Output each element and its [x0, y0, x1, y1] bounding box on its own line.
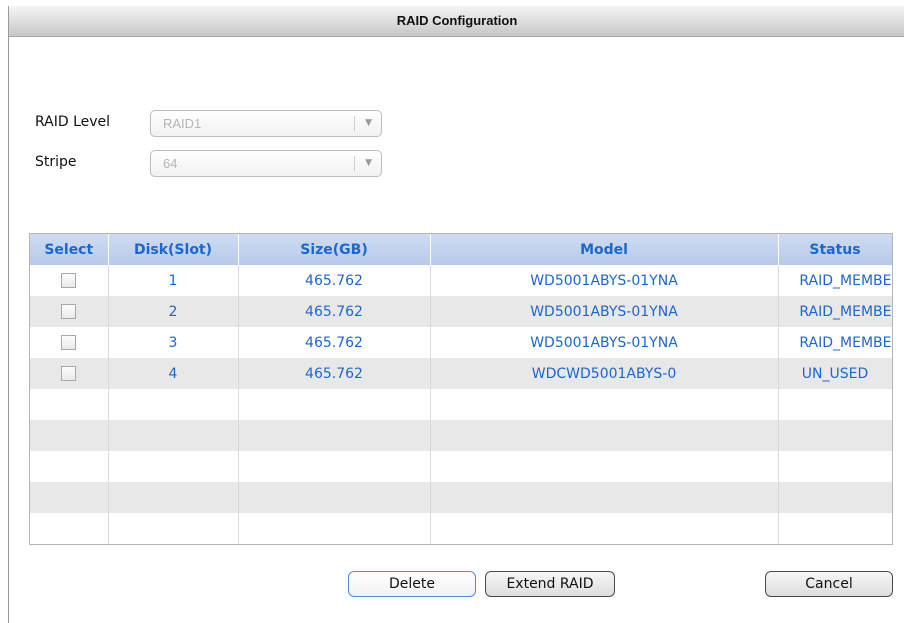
status-cell: RAID_MEMBE	[778, 296, 892, 327]
empty-row	[30, 389, 892, 420]
row-checkbox[interactable]	[61, 335, 77, 350]
size-cell: 465.762	[238, 327, 431, 358]
raid-level-value: RAID1	[163, 116, 202, 131]
model-cell: WD5001ABYS-01YNA	[430, 265, 779, 296]
size-cell: 465.762	[238, 265, 431, 296]
table-header-row: Select Disk(Slot) Size(GB) Model Status	[30, 234, 892, 265]
empty-row	[30, 482, 892, 513]
status-cell: RAID_MEMBE	[778, 327, 892, 358]
disk-slot-cell: 4	[108, 358, 239, 389]
select-cell	[30, 358, 109, 389]
stripe-label: Stripe	[35, 154, 77, 170]
raid-level-select[interactable]: RAID1 ▼	[150, 110, 382, 137]
disk-slot-cell: 1	[108, 265, 239, 296]
delete-button[interactable]: Delete	[348, 571, 476, 597]
select-cell	[30, 296, 109, 327]
stripe-select[interactable]: 64 ▼	[150, 150, 382, 177]
table-row[interactable]: 2 465.762 WD5001ABYS-01YNA RAID_MEMBE	[30, 296, 892, 327]
size-cell: 465.762	[238, 296, 431, 327]
column-header-model[interactable]: Model	[430, 234, 779, 265]
row-checkbox[interactable]	[61, 273, 77, 288]
raid-config-dialog: RAID Configuration RAID Level RAID1 ▼ St…	[8, 6, 904, 623]
column-header-status[interactable]: Status	[778, 234, 892, 265]
table-row[interactable]: 4 465.762 WDCWD5001ABYS-0 UN_USED	[30, 358, 892, 389]
empty-row	[30, 420, 892, 451]
model-cell: WD5001ABYS-01YNA	[430, 296, 779, 327]
model-cell: WD5001ABYS-01YNA	[430, 327, 779, 358]
empty-row	[30, 513, 892, 544]
chevron-down-icon: ▼	[365, 158, 372, 168]
dialog-title: RAID Configuration	[9, 6, 904, 37]
column-header-disk-slot[interactable]: Disk(Slot)	[108, 234, 239, 265]
status-cell: RAID_MEMBE	[778, 265, 892, 296]
disk-table: Select Disk(Slot) Size(GB) Model Status …	[29, 233, 893, 545]
table-row[interactable]: 1 465.762 WD5001ABYS-01YNA RAID_MEMBE	[30, 265, 892, 296]
disk-slot-cell: 3	[108, 327, 239, 358]
status-cell: UN_USED	[778, 358, 892, 389]
row-checkbox[interactable]	[61, 304, 77, 319]
table-row[interactable]: 3 465.762 WD5001ABYS-01YNA RAID_MEMBE	[30, 327, 892, 358]
column-header-select[interactable]: Select	[30, 234, 109, 265]
size-cell: 465.762	[238, 358, 431, 389]
select-cell	[30, 265, 109, 296]
empty-row	[30, 451, 892, 482]
chevron-down-icon: ▼	[365, 118, 372, 128]
select-divider	[354, 116, 355, 131]
model-cell: WDCWD5001ABYS-0	[430, 358, 779, 389]
disk-slot-cell: 2	[108, 296, 239, 327]
row-checkbox[interactable]	[61, 366, 77, 381]
column-header-size[interactable]: Size(GB)	[238, 234, 431, 265]
stripe-value: 64	[163, 156, 178, 171]
select-cell	[30, 327, 109, 358]
extend-raid-button[interactable]: Extend RAID	[485, 571, 615, 597]
cancel-button[interactable]: Cancel	[765, 571, 893, 597]
raid-level-label: RAID Level	[35, 114, 111, 130]
select-divider	[354, 156, 355, 171]
